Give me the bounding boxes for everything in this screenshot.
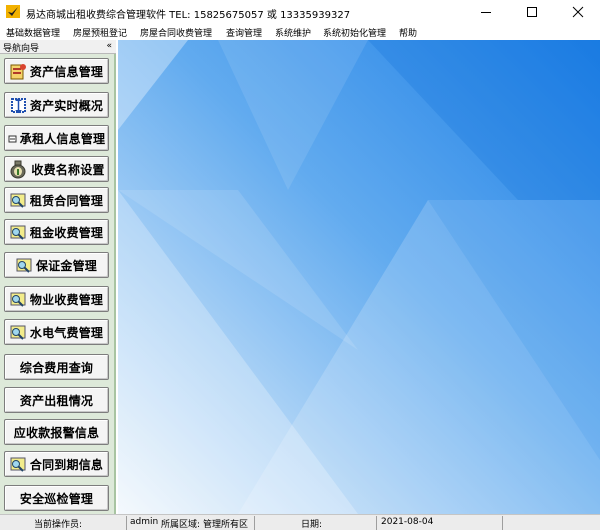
nav-label: 收费名称设置 — [31, 162, 105, 177]
nav-label: 水电气费管理 — [29, 325, 104, 340]
nav-rental-status[interactable]: 资产出租情况 — [4, 387, 109, 413]
nav-sidebar: 导航向导 « 资产信息管理 资产实时概况 承租人信息管理 收费名称设置 租赁合同… — [0, 40, 116, 514]
nav-contract-expiry[interactable]: 合同到期信息 — [4, 451, 109, 477]
status-bar: 当前操作员: admin 所属区域: 管理所有区 日期: 2021-08-04 — [0, 514, 600, 530]
minimize-icon — [481, 12, 491, 13]
nav-rent-fee[interactable]: 租金收费管理 — [4, 219, 109, 245]
nav-label: 应收款报警信息 — [13, 425, 100, 440]
nav-label: 保证金管理 — [35, 258, 97, 273]
date-value: 2021-08-04 — [381, 517, 434, 527]
nav-asset-info[interactable]: 资产信息管理 — [4, 58, 109, 84]
nav-label: 承租人信息管理 — [19, 131, 106, 146]
utility-fee-icon — [10, 325, 26, 340]
operator-value: admin — [130, 517, 159, 527]
collapse-icon[interactable]: « — [106, 41, 112, 51]
deposit-icon — [16, 258, 32, 273]
minimize-button[interactable] — [463, 0, 509, 24]
close-button[interactable] — [555, 0, 600, 24]
nav-label: 合同到期信息 — [29, 457, 104, 472]
sidebar-header: 导航向导 « — [0, 40, 116, 54]
nav-label: 资产实时概况 — [29, 98, 104, 113]
asset-overview-icon — [10, 97, 26, 113]
nav-tenant-info[interactable]: 承租人信息管理 — [4, 125, 109, 151]
menu-help[interactable]: 帮助 — [399, 26, 417, 39]
title-bar: 易达商城出租收费综合管理软件 TEL: 15825675057 或 133359… — [0, 0, 600, 24]
asset-info-icon — [10, 63, 26, 79]
property-fee-icon — [10, 292, 26, 307]
money-bag-icon — [10, 160, 26, 179]
nav-label: 资产出租情况 — [19, 393, 94, 408]
close-icon — [572, 6, 584, 18]
nav-safety-patrol[interactable]: 安全巡检管理 — [4, 485, 109, 511]
menu-contract-fee[interactable]: 房屋合同收费管理 — [140, 26, 212, 39]
nav-fee-query[interactable]: 综合费用查询 — [4, 354, 109, 380]
date-label-cell: 日期: — [254, 516, 376, 530]
background-pattern — [118, 40, 600, 514]
nav-label: 安全巡检管理 — [19, 491, 94, 506]
date-value-cell: 2021-08-04 — [376, 516, 502, 530]
operator-cell: admin 所属区域: 管理所有区 — [126, 516, 254, 530]
date-label: 日期: — [301, 520, 323, 530]
menu-bar: 基础数据管理 房屋预租登记 房屋合同收费管理 查询管理 系统维护 系统初始化管理… — [0, 24, 600, 40]
nav-receivable-alert[interactable]: 应收款报警信息 — [4, 419, 109, 445]
window-title: 易达商城出租收费综合管理软件 TEL: 15825675057 或 133359… — [26, 10, 351, 21]
menu-basic-data[interactable]: 基础数据管理 — [6, 26, 60, 39]
area-value: 管理所有区 — [203, 520, 249, 530]
nav-fee-name-setting[interactable]: 收费名称设置 — [4, 156, 109, 182]
sidebar-title: 导航向导 — [3, 44, 40, 54]
nav-asset-overview[interactable]: 资产实时概况 — [4, 92, 109, 118]
nav-label: 资产信息管理 — [29, 64, 104, 79]
maximize-button[interactable] — [509, 0, 555, 24]
nav-label: 物业收费管理 — [29, 292, 104, 307]
menu-pre-rent[interactable]: 房屋预租登记 — [73, 26, 127, 39]
operator-label: 当前操作员: — [34, 520, 83, 530]
nav-lease-contract[interactable]: 租赁合同管理 — [4, 187, 109, 213]
nav-utility-fee[interactable]: 水电气费管理 — [4, 319, 109, 345]
area-label: 所属区域: — [161, 520, 201, 530]
nav-deposit[interactable]: 保证金管理 — [4, 252, 109, 278]
lease-contract-icon — [10, 193, 26, 208]
contract-expiry-icon — [10, 457, 26, 472]
menu-query[interactable]: 查询管理 — [226, 26, 262, 39]
nav-label: 租金收费管理 — [29, 225, 104, 240]
maximize-icon — [527, 7, 537, 17]
menu-init[interactable]: 系统初始化管理 — [323, 26, 386, 39]
tenant-info-icon — [8, 135, 17, 142]
rent-fee-icon — [10, 225, 26, 240]
nav-label: 租赁合同管理 — [29, 193, 104, 208]
nav-property-fee[interactable]: 物业收费管理 — [4, 286, 109, 312]
nav-label: 综合费用查询 — [19, 360, 94, 375]
main-workspace — [118, 40, 600, 514]
status-empty-cell — [502, 516, 600, 530]
menu-maintenance[interactable]: 系统维护 — [275, 26, 311, 39]
app-logo-icon — [6, 5, 20, 18]
